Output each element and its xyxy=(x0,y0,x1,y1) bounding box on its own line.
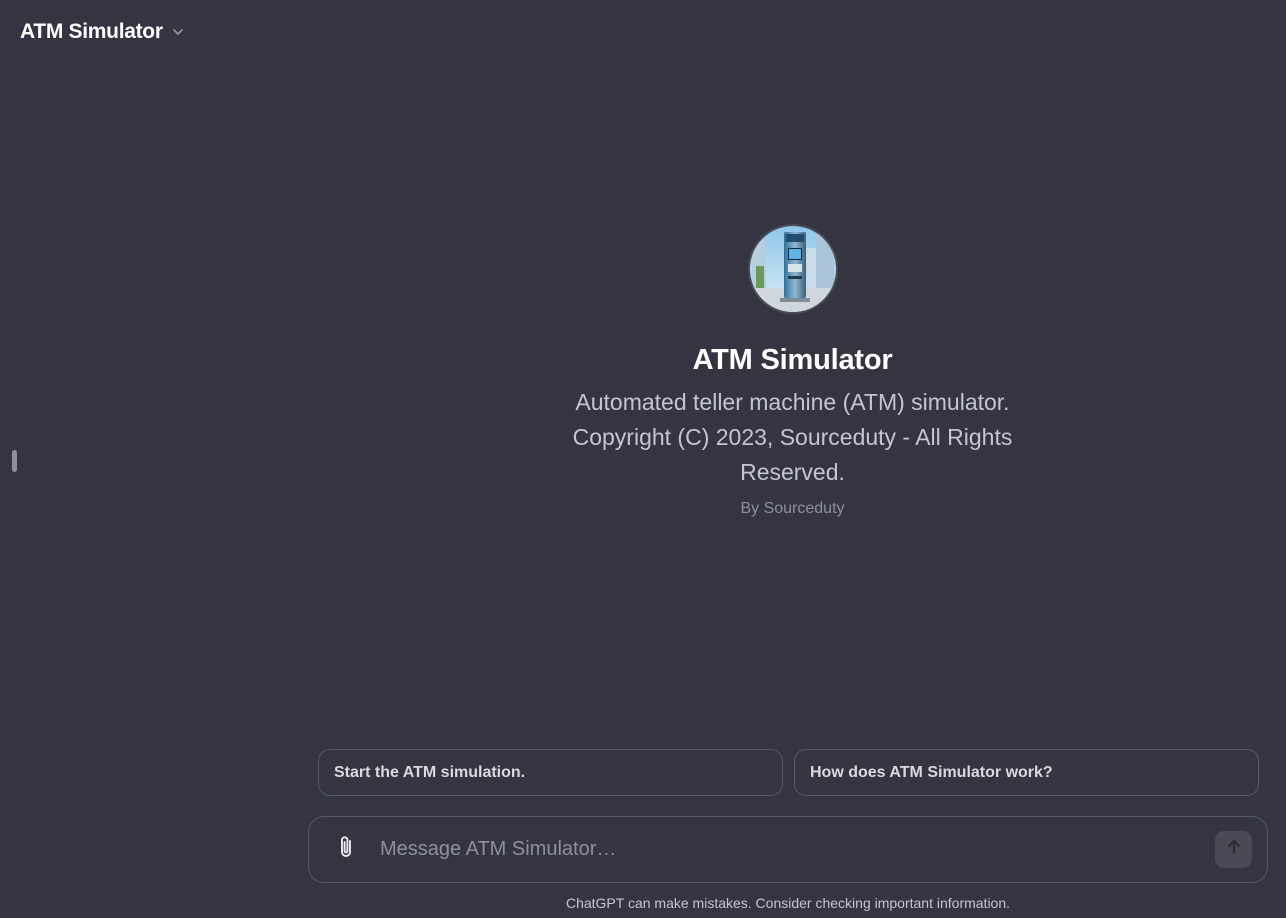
sidebar-toggle-handle[interactable] xyxy=(12,450,17,472)
gpt-selector[interactable]: ATM Simulator xyxy=(20,20,185,44)
atm-machine-image xyxy=(749,226,836,312)
chevron-down-icon xyxy=(171,25,185,39)
paperclip-icon xyxy=(336,834,356,865)
disclaimer-text: ChatGPT can make mistakes. Consider chec… xyxy=(565,895,1011,911)
send-button[interactable] xyxy=(1215,831,1252,868)
gpt-name: ATM Simulator xyxy=(692,344,893,376)
attach-file-button[interactable] xyxy=(334,836,358,864)
message-composer xyxy=(308,816,1268,883)
suggestion-start-simulation[interactable]: Start the ATM simulation. xyxy=(318,749,783,796)
conversation-starters: Start the ATM simulation. How does ATM S… xyxy=(318,749,1259,796)
gpt-avatar xyxy=(747,224,838,314)
gpt-intro: ATM Simulator Automated teller machine (… xyxy=(540,224,1045,518)
page-title: ATM Simulator xyxy=(20,20,163,43)
gpt-description: Automated teller machine (ATM) simulator… xyxy=(572,389,1013,485)
arrow-up-icon xyxy=(1225,838,1243,861)
message-input[interactable] xyxy=(378,829,1215,870)
gpt-author: By Sourceduty xyxy=(740,500,845,517)
suggestion-how-it-works[interactable]: How does ATM Simulator work? xyxy=(794,749,1259,796)
